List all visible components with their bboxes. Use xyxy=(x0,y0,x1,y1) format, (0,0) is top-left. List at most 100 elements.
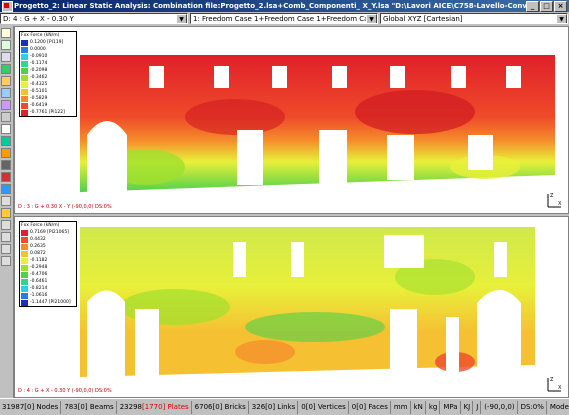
freedom-case-select-value: 1: Freedom Case 1+Freedom Case 1+Freedom… xyxy=(193,15,378,23)
legend-row: 0.2635 xyxy=(20,243,76,250)
status-vertices[interactable]: 0[0] Vertices xyxy=(299,400,349,414)
unit-force[interactable]: kN xyxy=(412,400,426,414)
window-opening xyxy=(214,66,229,88)
node-tool-icon[interactable] xyxy=(1,40,11,50)
unit-energy[interactable]: KJ xyxy=(462,400,474,414)
legend-swatch xyxy=(21,271,28,278)
legend-swatch xyxy=(21,285,28,292)
minimize-button[interactable]: _ xyxy=(526,1,539,12)
legend-row: -1.0616 xyxy=(20,292,76,299)
app-icon[interactable] xyxy=(2,1,13,12)
contour-icon[interactable] xyxy=(1,172,11,182)
legend-title: Fxx Force (kN/m) xyxy=(21,223,60,228)
legend-row: -0.3462 xyxy=(20,74,76,81)
unit-mass[interactable]: kg xyxy=(427,400,441,414)
door-opening xyxy=(446,317,459,377)
grid-icon[interactable] xyxy=(1,196,11,206)
beam-tool-icon[interactable] xyxy=(1,52,11,62)
results-icon[interactable] xyxy=(1,148,11,158)
status-mode[interactable]: Model xyxy=(548,401,569,414)
contour-legend-bottom[interactable]: Fxx Force (kN/m) 0.7169 [Pl21065] 0.4432 0… xyxy=(19,221,77,307)
model-view-top[interactable]: Fxx Force (kN/m) 0.1200 [Pl119] 0.0000 -0.… xyxy=(14,26,569,214)
window-opening xyxy=(451,66,466,88)
status-bricks[interactable]: 6706[0] Bricks xyxy=(193,400,249,414)
wall-contour-top xyxy=(80,55,555,192)
door-opening xyxy=(387,135,414,180)
status-plates-count: 23298 xyxy=(119,402,142,411)
freedom-case-select[interactable]: 1: Freedom Case 1+Freedom Case 1+Freedom… xyxy=(190,13,378,24)
window-opening xyxy=(233,242,246,277)
view-label-top: D : 3 : G + 0.30 X - Y (-90,0,0) DS:0% xyxy=(18,204,112,210)
table-icon[interactable] xyxy=(1,220,11,230)
legend-row: -0.1182 xyxy=(20,257,76,264)
door-opening xyxy=(390,309,417,377)
chevron-down-icon[interactable]: ▼ xyxy=(176,14,187,23)
table-icon-2[interactable] xyxy=(1,232,11,242)
dot-icon[interactable] xyxy=(1,160,11,170)
legend-swatch xyxy=(21,243,28,250)
legend-value: -0.5101 xyxy=(30,89,48,94)
unit-temperature[interactable]: J xyxy=(474,400,482,414)
brick-tool-icon[interactable] xyxy=(1,76,11,86)
table-icon-3[interactable] xyxy=(1,244,11,254)
close-button[interactable]: × xyxy=(554,1,567,12)
plate-tool-icon[interactable] xyxy=(1,64,11,74)
select-icon[interactable] xyxy=(1,28,11,38)
legend-row: 0.1200 [Pl119] xyxy=(20,39,76,46)
coordinate-system-select[interactable]: Global XYZ [Cartesian] ▼ xyxy=(380,13,568,24)
contour-legend-top[interactable]: Fxx Force (kN/m) 0.1200 [Pl119] 0.0000 -0.… xyxy=(19,31,77,117)
legend-value: 0.4432 xyxy=(30,237,46,242)
attributes-icon[interactable] xyxy=(1,100,11,110)
view-icon[interactable] xyxy=(1,124,11,134)
status-links[interactable]: 326[0] Links xyxy=(250,400,299,414)
legend-value: -0.6461 xyxy=(30,279,48,284)
legend-row: -0.2098 xyxy=(20,67,76,74)
window-opening xyxy=(332,66,347,88)
warning-icon[interactable] xyxy=(1,208,11,218)
maximize-button[interactable]: □ xyxy=(540,1,553,12)
legend-row: 0.7169 [Pl21065] xyxy=(20,229,76,236)
legend-row: -0.4706 xyxy=(20,271,76,278)
chevron-down-icon[interactable]: ▼ xyxy=(556,14,567,23)
window-controls: _ □ × xyxy=(526,1,567,12)
link-tool-icon[interactable] xyxy=(1,88,11,98)
legend-swatch xyxy=(21,257,28,264)
status-beams[interactable]: 783[0] Beams xyxy=(62,400,117,414)
unit-length[interactable]: mm xyxy=(392,400,411,414)
legend-value: -0.0910 xyxy=(30,54,48,59)
wall-contour-bottom xyxy=(80,227,535,377)
legend-swatch xyxy=(21,39,28,46)
legend-value: 0.2635 xyxy=(30,244,46,249)
load-icon[interactable] xyxy=(1,112,11,122)
status-faces[interactable]: 0[0] Faces xyxy=(350,400,391,414)
title-bar: Progetto_2: Linear Static Analysis: Comb… xyxy=(0,0,569,12)
chevron-down-icon[interactable]: ▼ xyxy=(366,14,377,23)
legend-value: -0.2098 xyxy=(30,68,48,73)
legend-swatch xyxy=(21,95,28,102)
table-icon-4[interactable] xyxy=(1,256,11,266)
window-opening xyxy=(291,242,304,277)
combination-select[interactable]: D: 4 : G + X - 0.30 Y ▼ xyxy=(0,13,188,24)
status-nodes[interactable]: 31987[0] Nodes xyxy=(0,400,62,414)
status-plates[interactable]: 23298[1770] Plates xyxy=(118,400,192,414)
window-opening xyxy=(494,242,507,277)
axis-triad-icon: Z X xyxy=(547,193,562,208)
legend-swatch xyxy=(21,81,28,88)
axis-x-label: X xyxy=(558,385,562,391)
legend-swatch xyxy=(21,46,28,53)
unit-stress[interactable]: MPa xyxy=(441,400,461,414)
axis-z-label: Z xyxy=(550,193,554,199)
status-plates-selected: [1770] xyxy=(141,402,166,411)
arch-opening xyxy=(477,290,521,377)
legend-row: -0.6461 xyxy=(20,278,76,285)
door-opening xyxy=(468,135,493,170)
window-opening xyxy=(272,66,287,88)
model-view-bottom[interactable]: Fxx Force (kN/m) 0.7169 [Pl21065] 0.4432 0… xyxy=(14,216,569,398)
flag-icon[interactable] xyxy=(1,184,11,194)
cylinder-icon[interactable] xyxy=(1,136,11,146)
legend-value: -0.1182 xyxy=(30,258,48,263)
legend-value: -0.4706 xyxy=(30,272,48,277)
legend-row: -0.5829 xyxy=(20,95,76,102)
legend-swatch xyxy=(21,60,28,67)
toolbar: D: 4 : G + X - 0.30 Y ▼ 1: Freedom Case … xyxy=(0,12,569,26)
